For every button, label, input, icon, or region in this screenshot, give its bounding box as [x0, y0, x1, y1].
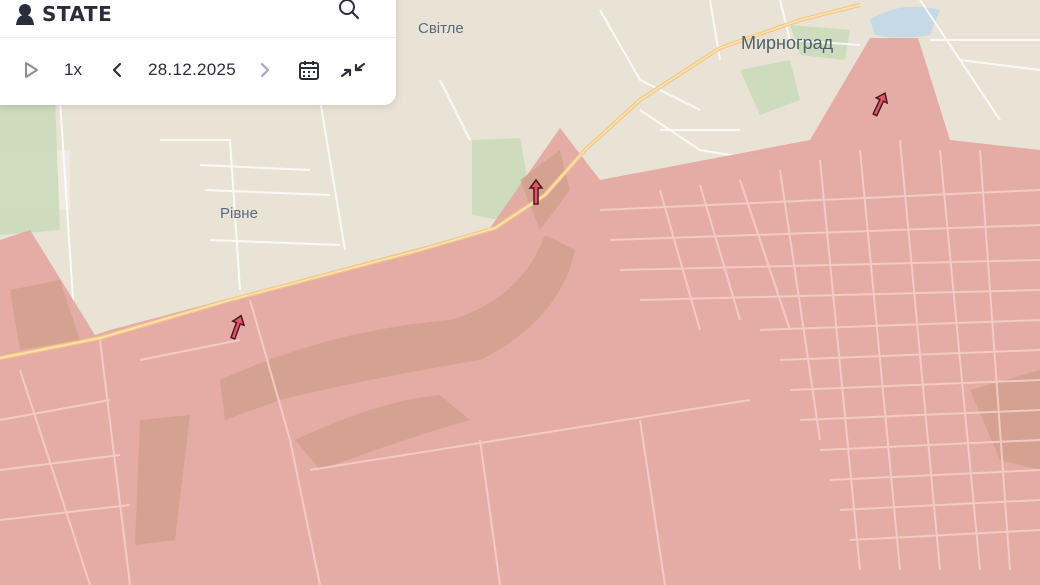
- panel-divider: [0, 37, 396, 38]
- calendar-button[interactable]: [294, 48, 324, 92]
- place-label-myrnohrad: Мирноград: [741, 33, 834, 53]
- person-silhouette-icon: [16, 4, 34, 25]
- timeline-panel: STATE 1x 28.12.2025: [0, 0, 396, 105]
- play-icon: [25, 62, 38, 78]
- timeline-controls: 1x 28.12.2025: [0, 48, 396, 92]
- place-label-svitle: Світле: [418, 20, 464, 37]
- prev-date-button[interactable]: [104, 48, 130, 92]
- brand-logo: STATE: [14, 2, 112, 26]
- play-button[interactable]: [18, 48, 44, 92]
- brand-text: STATE: [42, 2, 113, 26]
- search-button[interactable]: [336, 0, 362, 22]
- search-icon: [339, 0, 360, 20]
- speed-button[interactable]: 1x: [58, 48, 88, 92]
- next-date-button[interactable]: [252, 48, 278, 92]
- place-label-rivne: Рівне: [220, 205, 258, 222]
- chevron-right-icon: [260, 62, 270, 78]
- calendar-icon: [299, 61, 319, 80]
- compare-button[interactable]: [338, 48, 368, 92]
- collapse-arrows-icon: [340, 62, 366, 78]
- chevron-left-icon: [112, 62, 122, 78]
- current-date[interactable]: 28.12.2025: [142, 48, 242, 92]
